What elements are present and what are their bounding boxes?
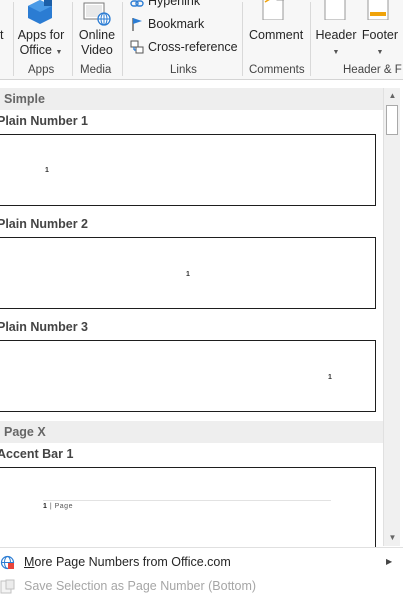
hyperlink-icon [130, 0, 144, 7]
apps-for-office-label-2: Office [19, 43, 52, 57]
group-label-header-footer: Header & F [343, 64, 402, 76]
ribbon-separator [242, 2, 243, 76]
online-video-label-2: Video [81, 43, 113, 57]
office-globe-icon [0, 555, 15, 570]
page-number-preview: 1 [43, 503, 48, 510]
footer-button[interactable]: Footer ▼ [359, 0, 403, 62]
gallery-thumbnail: 1 [0, 134, 376, 206]
group-label-media: Media [80, 64, 112, 76]
save-selection-icon [0, 579, 15, 594]
chevron-down-icon: ▼ [55, 49, 63, 56]
ribbon-separator [122, 2, 123, 76]
gallery-item-title: Plain Number 1 [0, 114, 88, 128]
bookmark-label: Bookmark [148, 17, 205, 31]
cross-reference-icon [130, 40, 144, 54]
save-selection-label: Save Selection as Page Number (Bottom) [24, 579, 257, 593]
accent-bar-line [43, 500, 331, 501]
gallery-scrollbar[interactable]: ▲ ▼ [383, 88, 400, 546]
cross-reference-label: Cross-reference [148, 40, 238, 54]
apps-for-office-button[interactable]: Apps for Office ▼ [15, 0, 67, 62]
scroll-down-arrow-icon[interactable]: ▼ [384, 530, 401, 546]
bookmark-icon [132, 18, 142, 31]
group-label-links: Links [170, 64, 197, 76]
gallery-item-title: Accent Bar 1 [0, 447, 74, 461]
ribbon-separator [72, 2, 73, 76]
ribbon-separator [310, 2, 311, 76]
accent-bar-preview: 1 | Page [43, 503, 73, 510]
ribbon-insert-tab: t Apps for Office ▼ Online Video Hyperli… [0, 0, 403, 80]
bookmark-button[interactable]: Bookmark [128, 16, 238, 34]
access-key-letter: M [24, 555, 35, 569]
group-label-comments: Comments [249, 64, 305, 76]
apps-for-office-icon [28, 0, 52, 24]
header-icon [324, 0, 346, 20]
chevron-down-icon: ▼ [376, 49, 384, 56]
gallery-menu: More Page Numbers from Office.com ▶ Save… [0, 547, 403, 599]
ribbon-partial-label: t [0, 28, 4, 42]
page-number-preview: 1 [186, 271, 190, 278]
section-header-page-x: Page X [0, 421, 383, 443]
header-button[interactable]: Header ▼ [314, 0, 358, 62]
cross-reference-button[interactable]: Cross-reference [128, 39, 238, 57]
hyperlink-button[interactable]: Hyperlink [128, 0, 238, 10]
comment-icon [262, 0, 284, 20]
scroll-up-arrow-icon[interactable]: ▲ [384, 88, 401, 104]
footer-icon [367, 0, 389, 20]
page-word-preview: Page [54, 503, 73, 510]
online-video-icon [83, 2, 111, 26]
gallery-thumbnail: 1 [0, 340, 376, 412]
comment-button[interactable]: Comment [246, 0, 308, 62]
submenu-arrow-icon: ▶ [386, 557, 393, 566]
page-number-preview: 1 [328, 374, 332, 381]
section-header-simple: Simple [0, 88, 383, 110]
more-page-numbers-label: ore Page Numbers from Office.com [34, 555, 231, 569]
gallery-item-title: Plain Number 3 [0, 320, 88, 334]
online-video-button[interactable]: Online Video [74, 0, 120, 62]
page-number-gallery: Simple Plain Number 1 1 Plain Number 2 1… [0, 86, 400, 547]
save-selection-menu-item[interactable]: Save Selection as Page Number (Bottom) [0, 574, 400, 598]
group-label-apps: Apps [28, 64, 55, 76]
comment-label: Comment [249, 28, 304, 42]
chevron-down-icon: ▼ [332, 49, 340, 56]
gallery-thumbnail: 1 | Page [0, 467, 376, 547]
hyperlink-label: Hyperlink [148, 0, 201, 8]
scrollbar-thumb[interactable] [386, 105, 398, 135]
more-page-numbers-menu-item[interactable]: More Page Numbers from Office.com ▶ [0, 550, 400, 574]
footer-label: Footer [361, 28, 399, 42]
online-video-label-1: Online [78, 28, 116, 42]
apps-for-office-label-1: Apps for [17, 28, 65, 42]
gallery-item-title: Plain Number 2 [0, 217, 88, 231]
page-number-preview: 1 [45, 167, 49, 174]
gallery-thumbnail: 1 [0, 237, 376, 309]
header-label: Header [315, 28, 357, 42]
ribbon-separator [13, 2, 14, 76]
